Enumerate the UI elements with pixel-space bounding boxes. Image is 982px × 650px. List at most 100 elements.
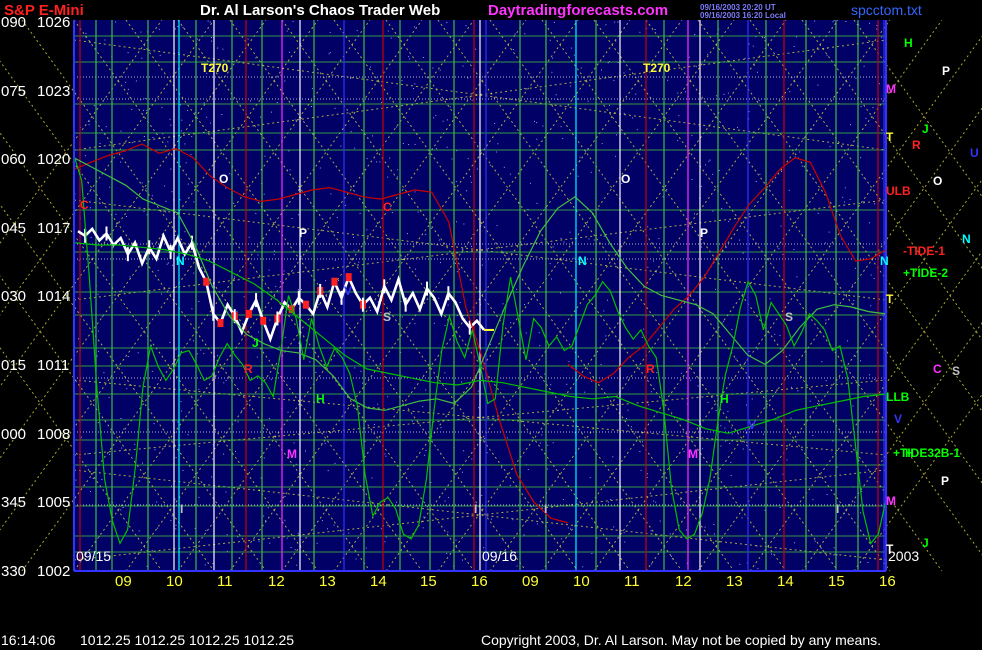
star-dot bbox=[75, 479, 77, 481]
star-dot bbox=[210, 122, 212, 124]
star-dot bbox=[263, 515, 265, 517]
star-dot bbox=[826, 54, 828, 56]
star-dot bbox=[596, 537, 598, 539]
star-dot bbox=[651, 563, 653, 565]
y-axis-price-label: 1002 bbox=[37, 563, 71, 580]
star-dot bbox=[391, 212, 393, 214]
star-dot bbox=[539, 345, 541, 347]
star-dot bbox=[582, 566, 584, 568]
star-dot bbox=[503, 166, 505, 168]
star-dot bbox=[151, 550, 153, 552]
star-dot bbox=[591, 380, 593, 382]
star-dot bbox=[489, 164, 491, 166]
star-dot bbox=[529, 288, 530, 290]
star-dot bbox=[250, 100, 251, 102]
star-dot bbox=[446, 552, 448, 554]
star-dot bbox=[327, 470, 329, 472]
star-dot bbox=[780, 225, 782, 227]
star-dot bbox=[705, 164, 706, 166]
chart-marker: P bbox=[700, 226, 709, 240]
star-dot bbox=[849, 199, 851, 200]
star-dot bbox=[241, 410, 243, 412]
star-dot bbox=[353, 236, 354, 238]
star-dot bbox=[724, 440, 726, 442]
chart-marker: V bbox=[344, 284, 353, 298]
star-dot bbox=[387, 30, 389, 32]
star-dot bbox=[362, 382, 363, 384]
star-dot bbox=[552, 442, 554, 444]
star-dot bbox=[161, 293, 162, 295]
star-dot bbox=[829, 146, 831, 148]
chart-marker: M bbox=[287, 447, 297, 461]
star-dot bbox=[125, 81, 127, 83]
star-dot bbox=[658, 238, 660, 239]
star-dot bbox=[385, 455, 387, 457]
star-dot bbox=[182, 27, 184, 28]
star-dot bbox=[414, 268, 416, 270]
chart-marker: N bbox=[578, 254, 587, 268]
star-dot bbox=[748, 111, 750, 113]
x-axis-hour-label: 09 bbox=[115, 573, 132, 590]
star-dot bbox=[562, 138, 564, 140]
star-dot bbox=[217, 355, 219, 357]
star-dot bbox=[863, 65, 865, 67]
star-dot bbox=[642, 441, 643, 443]
last-quote: 1012.25 1012.25 1012.25 1012.25 bbox=[80, 632, 295, 648]
star-dot bbox=[115, 21, 117, 23]
copyright-notice: Copyright 2003, Dr. Al Larson. May not b… bbox=[481, 632, 882, 648]
star-dot bbox=[319, 167, 321, 169]
site-title: Dr. Al Larson's Chaos Trader Web bbox=[200, 2, 441, 19]
star-dot bbox=[560, 292, 561, 294]
star-dot bbox=[177, 421, 179, 423]
star-dot bbox=[510, 322, 512, 324]
star-dot bbox=[174, 235, 176, 236]
star-dot bbox=[135, 80, 137, 82]
star-dot bbox=[854, 355, 856, 357]
star-dot bbox=[432, 67, 434, 69]
star-dot bbox=[97, 293, 99, 295]
star-dot bbox=[101, 479, 103, 480]
chart-marker: H bbox=[720, 392, 729, 406]
star-dot bbox=[878, 83, 880, 85]
star-dot bbox=[758, 100, 760, 102]
star-dot bbox=[817, 212, 819, 214]
star-dot bbox=[730, 474, 732, 476]
star-dot bbox=[688, 56, 690, 58]
star-dot bbox=[697, 385, 699, 387]
price-bar bbox=[148, 240, 151, 255]
star-dot bbox=[782, 254, 784, 255]
star-dot bbox=[284, 519, 286, 521]
y-axis-angle-label: 330 bbox=[1, 563, 27, 580]
star-dot bbox=[654, 29, 656, 30]
star-dot bbox=[284, 80, 286, 82]
star-dot bbox=[723, 320, 725, 322]
star-dot bbox=[742, 448, 744, 450]
star-dot bbox=[707, 53, 709, 55]
star-dot bbox=[390, 37, 392, 39]
star-dot bbox=[127, 88, 129, 90]
star-dot bbox=[271, 307, 273, 309]
star-dot bbox=[680, 498, 682, 500]
star-dot bbox=[401, 80, 403, 82]
star-dot bbox=[120, 418, 122, 419]
star-dot bbox=[826, 494, 828, 496]
star-dot bbox=[723, 93, 725, 95]
star-dot bbox=[577, 74, 579, 76]
star-dot bbox=[233, 202, 235, 204]
date-label: 09/15 bbox=[76, 548, 112, 564]
star-dot bbox=[730, 461, 732, 463]
star-dot bbox=[563, 241, 565, 243]
star-dot bbox=[157, 527, 159, 529]
star-dot bbox=[98, 350, 99, 352]
star-dot bbox=[593, 239, 595, 241]
star-dot bbox=[291, 218, 293, 219]
star-dot bbox=[271, 111, 272, 113]
brand-link[interactable]: Daytradingforecasts.com bbox=[488, 2, 668, 19]
star-dot bbox=[170, 168, 172, 170]
star-dot bbox=[200, 349, 202, 351]
right-side-label: -TIDE-1 bbox=[903, 244, 945, 258]
star-dot bbox=[425, 233, 427, 235]
star-dot bbox=[397, 169, 399, 171]
star-dot bbox=[860, 360, 861, 362]
file-name: spcctom.txt bbox=[851, 2, 922, 18]
